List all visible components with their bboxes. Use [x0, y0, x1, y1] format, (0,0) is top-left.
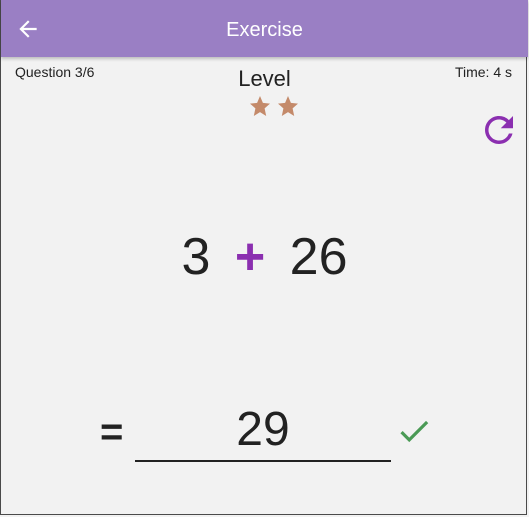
refresh-icon — [485, 116, 513, 144]
star-icon — [278, 96, 298, 116]
answer-input[interactable] — [135, 398, 391, 462]
page-title: Exercise — [226, 19, 303, 41]
checkmark-icon[interactable] — [392, 412, 436, 450]
operand-right: 26 — [289, 228, 348, 286]
star-icon — [250, 96, 270, 116]
operand-left: 3 — [181, 228, 211, 286]
math-problem: 3 + 26 — [0, 225, 529, 289]
refresh-button[interactable] — [478, 109, 520, 151]
level-label: Level — [238, 66, 291, 91]
app-bar: Exercise — [1, 0, 528, 57]
operator: + — [234, 228, 266, 286]
equals-sign: = — [100, 410, 124, 454]
level-stars — [248, 94, 304, 118]
